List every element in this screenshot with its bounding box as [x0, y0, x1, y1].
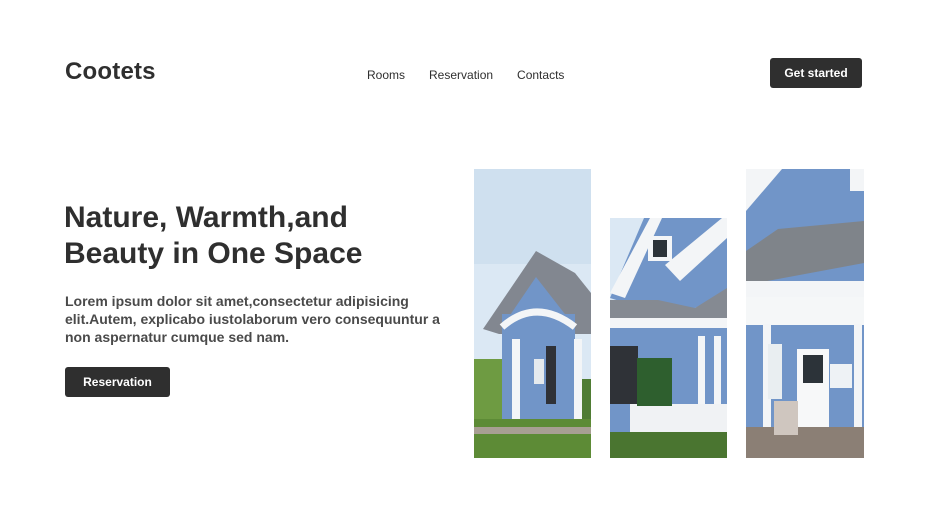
house-illustration-right: [746, 169, 864, 458]
main-nav: Rooms Reservation Contacts: [367, 68, 564, 82]
nav-link-rooms[interactable]: Rooms: [367, 68, 405, 82]
hero-title: Nature, Warmth,and Beauty in One Space: [64, 201, 363, 270]
house-photo-left: [474, 169, 591, 458]
hero-reservation-button[interactable]: Reservation: [65, 367, 170, 397]
hero-description: Lorem ipsum dolor sit amet,consectetur a…: [65, 293, 440, 345]
get-started-button[interactable]: Get started: [770, 58, 862, 88]
nav-link-contacts[interactable]: Contacts: [517, 68, 564, 82]
nav-link-reservation[interactable]: Reservation: [429, 68, 493, 82]
brand-logo[interactable]: Cootets: [65, 58, 156, 86]
house-photo-middle: [610, 218, 727, 458]
house-illustration-middle: [610, 218, 727, 458]
house-illustration-left: [474, 169, 591, 458]
house-photo-right: [746, 169, 864, 458]
